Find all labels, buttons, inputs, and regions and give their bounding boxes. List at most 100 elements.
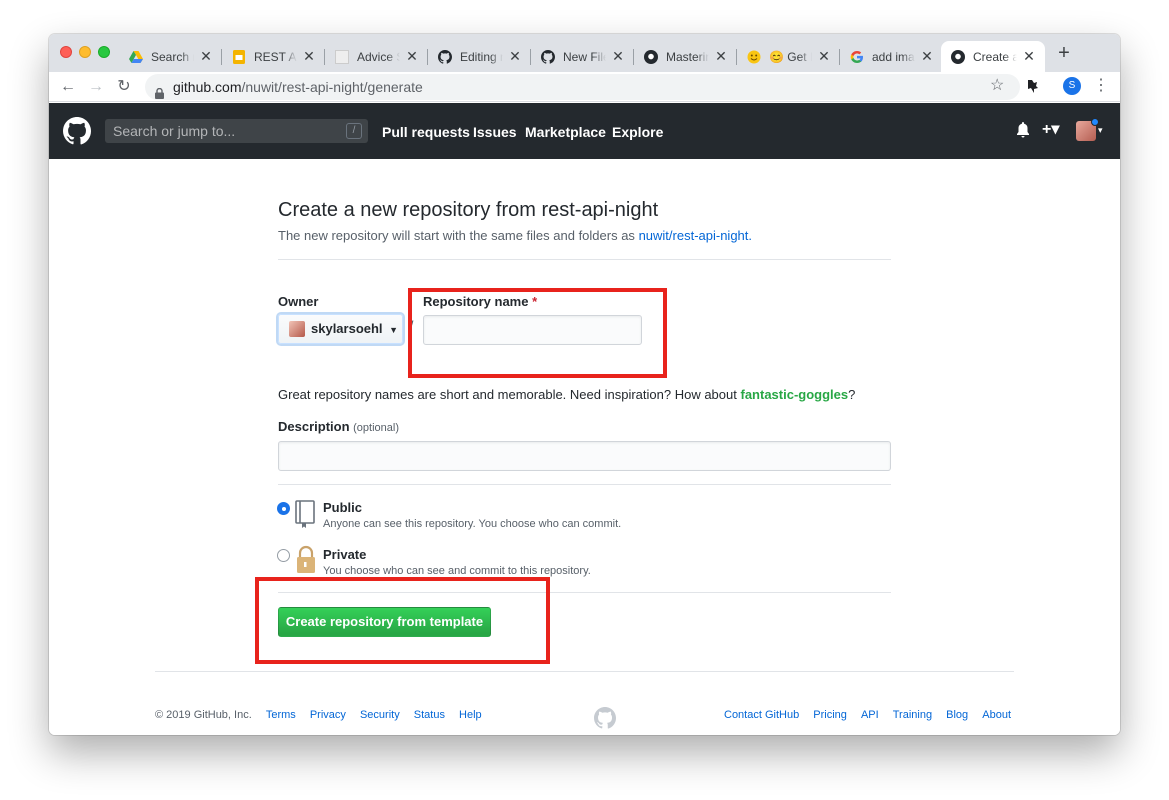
- close-tab-icon[interactable]: ✕: [610, 48, 626, 65]
- blank-page-icon: [335, 49, 349, 64]
- github-icon: [438, 49, 452, 64]
- close-tab-icon[interactable]: ✕: [816, 48, 832, 65]
- github-footer-logo-icon[interactable]: [594, 707, 617, 729]
- footer-link-terms[interactable]: Terms: [266, 709, 296, 721]
- profile-avatar[interactable]: S: [1063, 77, 1081, 95]
- close-tab-icon[interactable]: ✕: [404, 48, 420, 65]
- owner-value: skylarsoehl: [311, 321, 383, 336]
- description-label: Description (optional): [278, 419, 399, 434]
- url-host: github.com: [173, 79, 242, 95]
- url-path: /nuwit/rest-api-night/generate: [241, 79, 423, 95]
- tab-title: add imag: [872, 49, 915, 64]
- github-header: Search or jump to... / Pull requests Iss…: [49, 103, 1120, 159]
- menu-kebab-icon[interactable]: ⋮: [1093, 76, 1109, 96]
- footer-divider: [155, 671, 1014, 672]
- footer-link-training[interactable]: Training: [893, 709, 932, 721]
- browser-tab[interactable]: REST API ✕: [222, 41, 325, 72]
- browser-window: Search re ✕ REST API ✕ Advice Sl ✕ Editi…: [49, 34, 1120, 735]
- search-placeholder: Search or jump to...: [113, 123, 236, 139]
- public-description: Anyone can see this repository. You choo…: [323, 518, 622, 530]
- avatar-caret-icon[interactable]: ▾: [1098, 125, 1103, 136]
- nav-explore[interactable]: Explore: [612, 124, 663, 140]
- drive-icon: [129, 50, 143, 64]
- close-tab-icon[interactable]: ✕: [198, 48, 214, 65]
- close-tab-icon[interactable]: ✕: [919, 48, 935, 65]
- visibility-private-radio[interactable]: [277, 549, 290, 562]
- tab-strip: Search re ✕ REST API ✕ Advice Sl ✕ Editi…: [49, 34, 1120, 72]
- footer-link-blog[interactable]: Blog: [946, 709, 968, 721]
- address-bar[interactable]: github.com/nuwit/rest-api-night/generate: [145, 74, 1020, 100]
- divider: [278, 484, 891, 485]
- repo-name-hint: Great repository names are short and mem…: [278, 387, 855, 402]
- nav-pull-requests[interactable]: Pull requests: [382, 124, 470, 140]
- search-shortcut-hint: /: [346, 123, 362, 139]
- footer-link-security[interactable]: Security: [360, 709, 400, 721]
- footer-link-api[interactable]: API: [861, 709, 879, 721]
- public-title: Public: [323, 500, 363, 515]
- hint-text: Great repository names are short and mem…: [278, 387, 737, 402]
- browser-tab[interactable]: New File ✕: [531, 41, 634, 72]
- maximize-window-button[interactable]: [98, 46, 110, 58]
- github-icon: [644, 49, 658, 64]
- close-window-button[interactable]: [60, 46, 72, 58]
- owner-select-button[interactable]: skylarsoehl ▼: [278, 314, 403, 344]
- close-tab-icon[interactable]: ✕: [301, 48, 317, 65]
- bell-icon[interactable]: [1016, 122, 1030, 143]
- name-suggestion-link[interactable]: fantastic-goggles: [740, 387, 848, 402]
- visibility-public-radio[interactable]: [277, 502, 290, 515]
- close-tab-icon[interactable]: ✕: [507, 48, 523, 65]
- private-title: Private: [323, 547, 367, 562]
- new-tab-button[interactable]: +: [1054, 43, 1074, 63]
- extension-icon[interactable]: [1025, 78, 1041, 94]
- footer-link-help[interactable]: Help: [459, 709, 482, 721]
- tab-title: Advice Sl: [357, 49, 400, 64]
- browser-tab[interactable]: add imag ✕: [840, 41, 943, 72]
- footer-link-pricing[interactable]: Pricing: [813, 709, 847, 721]
- close-tab-icon[interactable]: ✕: [1021, 48, 1037, 65]
- owner-label: Owner: [278, 294, 319, 309]
- tab-title: Mastering: [666, 49, 709, 64]
- footer-right: Contact GitHub Pricing API Training Blog…: [724, 709, 1011, 721]
- browser-tab[interactable]: Search re ✕: [119, 41, 222, 72]
- google-icon: [850, 50, 864, 64]
- nav-marketplace[interactable]: Marketplace: [525, 124, 606, 140]
- github-search-input[interactable]: Search or jump to... /: [105, 119, 368, 143]
- optional-hint: (optional): [353, 422, 399, 434]
- lock-icon: [295, 545, 317, 580]
- nav-issues[interactable]: Issues: [473, 124, 517, 140]
- private-description: You choose who can see and commit to thi…: [323, 565, 591, 577]
- minimize-window-button[interactable]: [79, 46, 91, 58]
- create-new-dropdown[interactable]: +▾: [1042, 119, 1059, 139]
- github-icon: [541, 49, 555, 64]
- emoji-icon: [747, 50, 761, 64]
- browser-tab[interactable]: Mastering ✕: [634, 41, 737, 72]
- footer-link-about[interactable]: About: [982, 709, 1011, 721]
- back-arrow-icon[interactable]: ←: [57, 76, 79, 98]
- browser-tab[interactable]: Advice Sl ✕: [325, 41, 428, 72]
- subtitle-text: The new repository will start with the s…: [278, 228, 635, 243]
- reload-icon[interactable]: ↻: [113, 76, 135, 98]
- footer-link-contact[interactable]: Contact GitHub: [724, 709, 799, 721]
- page-title: Create a new repository from rest-api-ni…: [278, 199, 659, 221]
- divider: [278, 259, 891, 260]
- browser-toolbar: ← → ↻ github.com/nuwit/rest-api-night/ge…: [49, 72, 1120, 102]
- bookmark-star-icon[interactable]: ☆: [990, 78, 1004, 94]
- tab-title: Search re: [151, 49, 194, 64]
- github-logo-icon[interactable]: [63, 117, 92, 145]
- footer-link-status[interactable]: Status: [414, 709, 445, 721]
- footer-link-privacy[interactable]: Privacy: [310, 709, 346, 721]
- chevron-down-icon: ▼: [389, 325, 399, 335]
- page-subtitle: The new repository will start with the s…: [278, 228, 752, 243]
- description-input[interactable]: [278, 441, 891, 471]
- browser-tab[interactable]: Editing m ✕: [428, 41, 531, 72]
- close-tab-icon[interactable]: ✕: [713, 48, 729, 65]
- browser-tab[interactable]: 😊 Get E ✕: [737, 41, 840, 72]
- annotation-box-repo-name: [408, 288, 667, 378]
- template-repo-link[interactable]: nuwit/rest-api-night.: [639, 228, 752, 243]
- page-content: Create a new repository from rest-api-ni…: [49, 159, 1120, 735]
- annotation-box-create-button: [255, 577, 550, 664]
- footer-copyright: © 2019 GitHub, Inc.: [155, 709, 252, 721]
- forward-arrow-icon[interactable]: →: [85, 76, 107, 98]
- browser-tab-active[interactable]: Create a ✕: [941, 41, 1045, 72]
- tab-title: 😊 Get E: [769, 49, 812, 64]
